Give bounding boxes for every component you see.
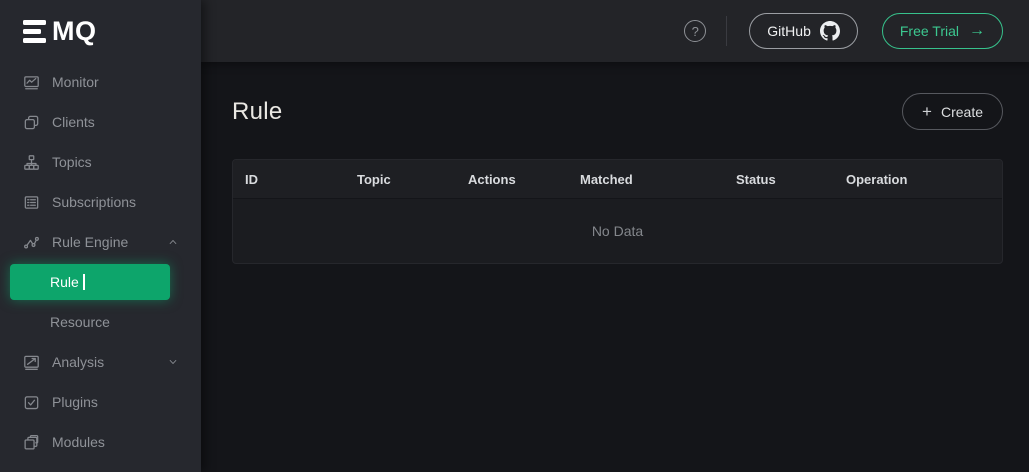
analysis-icon xyxy=(23,354,40,371)
sidebar-item-monitor[interactable]: Monitor xyxy=(0,62,201,102)
clients-icon xyxy=(23,114,40,131)
sidebar-item-label: Subscriptions xyxy=(52,194,179,210)
rules-table: ID Topic Actions Matched Status Operatio… xyxy=(232,159,1003,264)
sidebar-item-clients[interactable]: Clients xyxy=(0,102,201,142)
sidebar-item-modules[interactable]: Modules xyxy=(0,422,201,462)
text-cursor xyxy=(83,274,85,290)
app-window: MQ Monitor Clients xyxy=(0,0,1029,472)
create-button-label: Create xyxy=(941,104,983,120)
sidebar-item-label: Modules xyxy=(52,434,179,450)
table-header-matched: Matched xyxy=(568,172,724,187)
sidebar-subitem-resource[interactable]: Resource xyxy=(0,302,201,342)
sidebar-item-topics[interactable]: Topics xyxy=(0,142,201,182)
topbar: ? GitHub Free Trial → xyxy=(201,0,1029,62)
chevron-down-icon xyxy=(167,356,179,368)
monitor-icon xyxy=(23,74,40,91)
sidebar-item-label: Rule Engine xyxy=(52,234,167,250)
table-header-topic: Topic xyxy=(345,172,456,187)
sidebar-item-subscriptions[interactable]: Subscriptions xyxy=(0,182,201,222)
sidebar-menu: Monitor Clients Topics xyxy=(0,62,201,462)
sidebar-item-label: Clients xyxy=(52,114,179,130)
topics-icon xyxy=(23,154,40,171)
table-header-row: ID Topic Actions Matched Status Operatio… xyxy=(233,160,1002,199)
page-title: Rule xyxy=(232,98,283,126)
create-button[interactable]: + Create xyxy=(902,93,1003,130)
sidebar-item-label: Topics xyxy=(52,154,179,170)
help-glyph: ? xyxy=(692,24,699,39)
arrow-right-icon: → xyxy=(969,23,985,39)
table-header-actions: Actions xyxy=(456,172,568,187)
sidebar-subitem-rule[interactable]: Rule xyxy=(10,264,170,300)
github-button[interactable]: GitHub xyxy=(749,13,858,49)
free-trial-label: Free Trial xyxy=(900,23,959,39)
sidebar-item-label: Plugins xyxy=(52,394,179,410)
github-icon xyxy=(820,21,840,41)
sidebar: MQ Monitor Clients xyxy=(0,0,201,472)
emq-logo: MQ xyxy=(0,0,201,62)
emq-logo-icon xyxy=(23,20,46,43)
github-button-label: GitHub xyxy=(767,23,811,39)
free-trial-button[interactable]: Free Trial → xyxy=(882,13,1003,49)
modules-icon xyxy=(23,434,40,451)
sidebar-item-label: Analysis xyxy=(52,354,167,370)
chevron-up-icon xyxy=(167,236,179,248)
table-body: No Data xyxy=(233,199,1002,263)
sidebar-item-analysis[interactable]: Analysis xyxy=(0,342,201,382)
table-empty-state: No Data xyxy=(233,199,1002,263)
logo-text: MQ xyxy=(52,18,97,45)
help-icon[interactable]: ? xyxy=(684,20,706,42)
topbar-divider xyxy=(726,16,727,46)
plugins-icon xyxy=(23,394,40,411)
rule-engine-icon xyxy=(23,234,40,251)
sidebar-item-rule-engine[interactable]: Rule Engine xyxy=(0,222,201,262)
plus-icon: + xyxy=(922,103,932,120)
table-header-id: ID xyxy=(233,172,345,187)
table-header-operation: Operation xyxy=(834,172,1002,187)
subscriptions-icon xyxy=(23,194,40,211)
content-area: Rule + Create ID Topic Actions Matched S… xyxy=(201,62,1029,472)
sidebar-subitem-label: Rule xyxy=(50,274,79,290)
sidebar-item-label: Monitor xyxy=(52,74,179,90)
sidebar-item-plugins[interactable]: Plugins xyxy=(0,382,201,422)
sidebar-subitem-label: Resource xyxy=(50,314,110,330)
table-header-status: Status xyxy=(724,172,834,187)
